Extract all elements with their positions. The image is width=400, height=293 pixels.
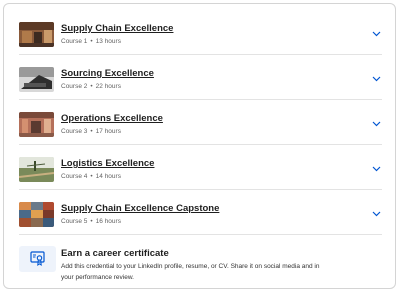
warehouse-thumbnail	[19, 22, 54, 47]
course-title[interactable]: Supply Chain Excellence	[61, 23, 173, 34]
course-title[interactable]: Logistics Excellence	[61, 158, 154, 169]
course-row-5[interactable]: Supply Chain Excellence Capstone Course …	[19, 190, 382, 235]
separator-dot: •	[90, 38, 93, 45]
chevron-down-icon[interactable]	[372, 166, 381, 172]
certificate-title: Earn a career certificate	[61, 248, 169, 259]
course-duration: 16 hours	[95, 218, 121, 225]
separator-dot: •	[90, 218, 93, 225]
course-meta: Course 1 • 13 hours	[61, 38, 121, 45]
separator-dot: •	[90, 128, 93, 135]
course-row-3[interactable]: Operations Excellence Course 3 • 17 hours	[19, 100, 382, 145]
separator-dot: •	[90, 173, 93, 180]
course-number: Course 4	[61, 173, 88, 180]
course-row-2[interactable]: Sourcing Excellence Course 2 • 22 hours	[19, 55, 382, 100]
course-meta: Course 4 • 14 hours	[61, 173, 121, 180]
chevron-down-icon[interactable]	[372, 31, 381, 37]
separator-dot: •	[90, 83, 93, 90]
course-list-card: Supply Chain Excellence Course 1 • 13 hour…	[3, 3, 396, 289]
sourcing-thumbnail	[19, 67, 54, 92]
chevron-down-icon[interactable]	[372, 121, 381, 127]
course-number: Course 1	[61, 38, 88, 45]
course-duration: 13 hours	[95, 38, 121, 45]
course-title[interactable]: Operations Excellence	[61, 113, 163, 124]
course-title[interactable]: Supply Chain Excellence Capstone	[61, 203, 219, 214]
course-meta: Course 5 • 16 hours	[61, 218, 121, 225]
course-number: Course 2	[61, 83, 88, 90]
certificate-description: Add this credential to your LinkedIn pro…	[61, 263, 320, 281]
logistics-thumbnail	[19, 157, 54, 182]
certificate-icon	[19, 246, 56, 272]
course-meta: Course 3 • 17 hours	[61, 128, 121, 135]
course-duration: 22 hours	[95, 83, 121, 90]
course-number: Course 3	[61, 128, 88, 135]
operations-thumbnail	[19, 112, 54, 137]
course-row-4[interactable]: Logistics Excellence Course 4 • 14 hours	[19, 145, 382, 190]
course-title[interactable]: Sourcing Excellence	[61, 68, 154, 79]
course-number: Course 5	[61, 218, 88, 225]
chevron-down-icon[interactable]	[372, 211, 381, 217]
course-meta: Course 2 • 22 hours	[61, 83, 121, 90]
capstone-thumbnail	[19, 202, 54, 227]
course-duration: 17 hours	[95, 128, 121, 135]
career-certificate-section: Earn a career certificate Add this crede…	[19, 239, 382, 284]
course-row-1[interactable]: Supply Chain Excellence Course 1 • 13 hour…	[19, 10, 382, 55]
chevron-down-icon[interactable]	[372, 76, 381, 82]
course-duration: 14 hours	[95, 173, 121, 180]
